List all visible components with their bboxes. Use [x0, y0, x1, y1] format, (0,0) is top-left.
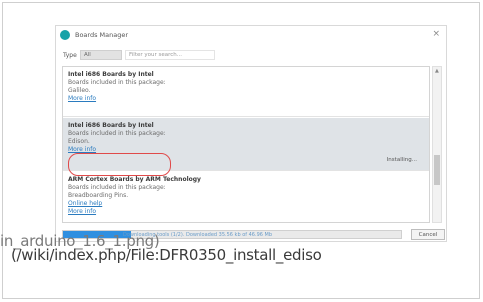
board-title: Intel i686 Boards by Intel: [68, 122, 154, 129]
board-title: ARM Cortex Boards by ARM Technology: [68, 176, 201, 183]
more-info-link[interactable]: More info: [68, 95, 424, 103]
search-input[interactable]: Filter your search...: [125, 50, 215, 60]
board-title: Intel i686 Boards by Intel: [68, 71, 154, 78]
boards-manager-window: Boards Manager × Type All Filter your se…: [55, 25, 447, 242]
scroll-up-icon[interactable]: ▲: [435, 68, 439, 74]
filter-bar: Type All Filter your search...: [62, 50, 440, 62]
type-label: Type: [63, 52, 77, 59]
boards-list: Intel i686 Boards by Intel Boards includ…: [62, 66, 430, 223]
title-bar: Boards Manager ×: [56, 26, 446, 45]
red-highlight-annotation: [68, 153, 171, 176]
scroll-thumb[interactable]: [434, 155, 440, 185]
list-scrollbar[interactable]: ▲: [432, 66, 442, 223]
installing-status: Installing...: [386, 157, 417, 163]
arduino-app-icon: [60, 30, 70, 40]
board-description: Boards included in this package:: [68, 130, 166, 137]
window-title: Boards Manager: [75, 31, 129, 39]
caption-file-link[interactable]: (/wiki/index.php/File:DFR0350_install_ed…: [11, 246, 322, 264]
list-item[interactable]: ARM Cortex Boards by ARM Technology Boar…: [63, 172, 429, 222]
close-icon[interactable]: ×: [432, 29, 440, 39]
type-dropdown[interactable]: All: [80, 50, 122, 60]
board-description: Boards included in this package:: [68, 184, 166, 191]
more-info-link[interactable]: More info: [68, 208, 424, 216]
board-description: Boards included in this package:: [68, 79, 166, 86]
cancel-button[interactable]: Cancel: [411, 229, 445, 240]
online-help-link[interactable]: Online help: [68, 200, 424, 208]
list-item[interactable]: Intel i686 Boards by Intel Boards includ…: [63, 67, 429, 117]
board-list: Edison.: [68, 138, 90, 145]
board-list: Galileo.: [68, 87, 91, 94]
board-list: Breadboarding Pins.: [68, 192, 129, 199]
